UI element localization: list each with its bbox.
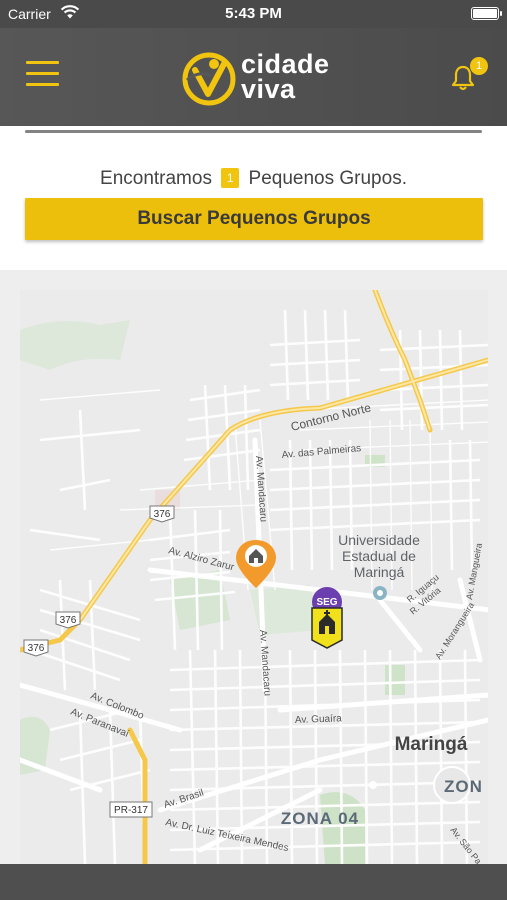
divider	[25, 130, 482, 133]
results-suffix: Pequenos Grupos.	[248, 168, 407, 189]
svg-text:376: 376	[60, 615, 77, 626]
results-count-badge: 1	[221, 168, 240, 188]
notification-badge: 1	[470, 57, 488, 75]
bottom-bar	[0, 864, 507, 900]
place-label-city: Maringá	[395, 734, 468, 755]
road-label-guaira: Av. Guaíra	[295, 713, 343, 726]
status-bar: Carrier 5:43 PM	[0, 0, 507, 28]
place-label-zon: ZON	[444, 777, 483, 796]
cidade-viva-logo: cidade viva	[181, 50, 351, 106]
menu-bar-icon	[26, 61, 59, 64]
highway-shield-376: 376	[55, 611, 81, 629]
place-label-zona-04: ZONA 04	[281, 809, 359, 828]
place-label-university: Estadual de	[342, 548, 416, 564]
svg-text:376: 376	[154, 509, 171, 520]
map-canvas[interactable]: Contorno Norte Av. das Palmeiras Av. Man…	[20, 290, 488, 864]
search-panel: Encontramos 1 Pequenos Grupos. Buscar Pe…	[0, 126, 507, 270]
menu-bar-icon	[26, 72, 59, 75]
svg-text:PR-317: PR-317	[114, 805, 148, 816]
menu-bar-icon	[26, 83, 59, 86]
highway-shield-376: 376	[23, 639, 49, 657]
logo-text: cidade viva	[241, 51, 330, 104]
highway-shield-pr317: PR-317	[109, 801, 153, 818]
logo-mark-icon	[182, 52, 236, 106]
map-view[interactable]: Contorno Norte Av. das Palmeiras Av. Man…	[20, 290, 488, 864]
small-group-marker[interactable]: SEG	[311, 587, 343, 649]
clock: 5:43 PM	[225, 5, 282, 22]
svg-text:376: 376	[28, 643, 45, 654]
university-pin-icon	[373, 586, 387, 600]
place-label-university: Universidade	[338, 532, 420, 548]
battery-icon	[471, 7, 502, 20]
place-label-university: Maringá	[354, 564, 405, 580]
group-marker-label: SEG	[316, 597, 337, 608]
results-summary: Encontramos 1 Pequenos Grupos.	[0, 168, 507, 190]
menu-button[interactable]	[26, 61, 59, 87]
search-groups-button[interactable]: Buscar Pequenos Grupos	[25, 198, 483, 240]
results-prefix: Encontramos	[100, 168, 212, 189]
app-header: cidade viva 1	[0, 28, 507, 126]
logo-line-viva: viva	[241, 74, 296, 104]
highway-shield-376: 376	[149, 505, 175, 523]
